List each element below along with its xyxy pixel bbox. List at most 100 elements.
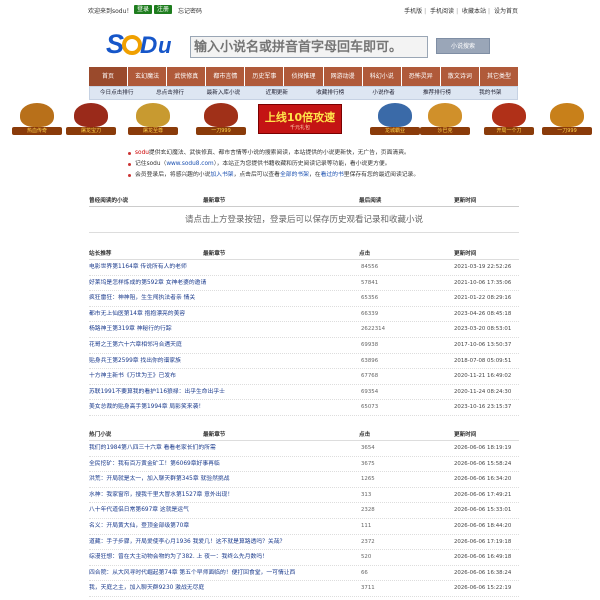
novel-title-link[interactable]: 洪荒：开局就是太一，加入聊天群 [89, 476, 176, 482]
update-time: 2023-04-26 08:45:18 [454, 310, 512, 317]
promo-banner[interactable]: 上线10倍攻速 千元礼包 [258, 104, 342, 134]
latest-chapter-link[interactable]: 第14章 抱抱漂亮的美容 [124, 311, 185, 317]
latest-chapter-link[interactable]: 第2599章 找出你的谱家族 [112, 358, 181, 364]
novel-title-link[interactable]: 苏联1991 [89, 389, 115, 395]
novel-title-link[interactable]: 八十年代道侣日常 [89, 507, 135, 513]
table-row: 四合院：从大风寻时代崛起第74章 第五个早师面临的！便打回食堂，一可情让西 66 2… [89, 566, 519, 582]
latest-chapter-link[interactable]: 不要算我的看护116狼禄：出乎生命出乎士 [115, 389, 225, 395]
bookmark-site-link[interactable]: 收藏本站 [462, 8, 486, 15]
update-time: 2023-10-16 23:15:37 [454, 404, 512, 411]
subnav-today-clicks[interactable]: 今日点击排行 [90, 87, 143, 99]
game-banner[interactable]: 一刀999 [542, 103, 592, 135]
click-count: 67768 [361, 373, 379, 380]
novel-title-link[interactable]: 我们的1984 [89, 445, 121, 451]
login-button[interactable]: 登录 [134, 5, 153, 14]
latest-chapter-link[interactable]: 9230 激战无尽庭 [159, 585, 205, 591]
nav-wuxia[interactable]: 武侠修真 [167, 67, 207, 86]
subnav-favorites-rank[interactable]: 收藏排行榜 [304, 87, 357, 99]
latest-chapter-link[interactable]: 1936 我爱几！这不就是算路透吗？关哉？ [176, 539, 285, 545]
novel-title-link[interactable]: 都市无上仙医 [89, 311, 124, 317]
subnav-recommend-rank[interactable]: 推荐排行榜 [410, 87, 463, 99]
mobile-reading-link[interactable]: 手机阅读 [430, 8, 454, 15]
latest-chapter-link[interactable]: 第345章 就验然挑战 [176, 476, 230, 482]
all-bookshelf-link[interactable]: 全部的书架 [280, 172, 309, 178]
latest-chapter-link[interactable]: 第319章 神秘行的行踪 [112, 326, 171, 332]
subnav-total-clicks[interactable]: 总点击排行 [143, 87, 196, 99]
svg-text:u: u [158, 33, 172, 58]
ranking-subnav: 今日点击排行 总点击排行 最新入库小说 近期更新 收藏排行榜 小说作者 推荐排行… [89, 86, 518, 100]
latest-chapter-link[interactable]: 第697章 这就是运气 [135, 507, 189, 513]
click-count: 1265 [361, 476, 375, 483]
nav-kehuan[interactable]: 科幻小说 [363, 67, 402, 86]
search-input[interactable] [191, 37, 427, 57]
game-banner[interactable]: 开局一个刀 [484, 103, 534, 135]
novel-title-link[interactable]: 杨路神王 [89, 326, 112, 332]
latest-chapter-link[interactable]: 382. 上 夜一：我终么先月数吗！ [182, 554, 268, 560]
table-row: 洪荒：开局就是太一，加入聊天群第345章 就验然挑战 1265 2026-06-06… [89, 472, 519, 488]
game-banner[interactable]: 一刀999 [196, 103, 246, 135]
search-button[interactable]: 小说搜索 [436, 38, 490, 54]
table-row: 疯狂雷狂：神神阻，生生闯执法者亲 情关 65356 2021-01-22 08:29… [89, 291, 519, 307]
subnav-my-bookshelf[interactable]: 我的书架 [464, 87, 517, 99]
game-banner[interactable]: 屠龙至尊 [128, 103, 178, 135]
svg-text:D: D [140, 32, 157, 59]
latest-chapter-link[interactable]: 第1164章 传说所有人的老师 [112, 264, 187, 270]
latest-chapter-link[interactable]: 第1994章 局影笑来袭！ [141, 404, 204, 410]
novel-title-link[interactable]: 美女总裁的贴身高手 [89, 404, 141, 410]
set-homepage-link[interactable]: 设为首页 [494, 8, 518, 15]
novel-title-link[interactable]: 我，天庭之主，加入聊天群 [89, 585, 159, 591]
game-banner[interactable]: 热血传奇 [12, 103, 62, 135]
latest-chapter-link[interactable]: 第6069章好事再临 [170, 461, 220, 467]
site-url-link[interactable]: www.sodu8.com [166, 161, 213, 167]
mobile-version-link[interactable]: 手机版 [404, 8, 422, 15]
tip-line: 记住sodu（www.sodu8.com），本站正为您提供书籍收藏和历史阅读记录… [128, 159, 508, 170]
latest-chapter-link[interactable]: 第1527章 意外出现！ [176, 492, 233, 498]
novel-title-link[interactable]: 花哥之王 [89, 342, 112, 348]
nav-qita[interactable]: 其它类型 [480, 67, 518, 86]
subnav-authors[interactable]: 小说作者 [357, 87, 410, 99]
game-banner[interactable]: 沙巴克 [420, 103, 470, 135]
table-row: 美女总裁的贴身高手第1994章 局影笑来袭！ 65073 2023-10-16 23… [89, 400, 519, 416]
novel-title-link[interactable]: 十方神主 [89, 373, 112, 379]
novel-title-link[interactable]: 水神：我家窗帘，搜我千里大冒水 [89, 492, 176, 498]
novel-title-link[interactable]: 电影世界 [89, 264, 112, 270]
nav-kongbu[interactable]: 恐怖灵异 [402, 67, 441, 86]
novel-title-link[interactable]: 综漫狂想：曾在大主动物会物的为了 [89, 554, 182, 560]
site-tips: sodu提供玄幻魔法、武侠修真、都市言情等小说的搜索阅读，本站提供的小说更新快，… [128, 148, 508, 181]
table-row: 十方神主新书《万世为王》已发布 67768 2020-11-21 16:49:02 [89, 369, 519, 385]
latest-chapter-link[interactable]: 新书《万世为王》已发布 [112, 373, 176, 379]
novel-title-link[interactable]: 全民挖矿：我有百万黄金矿工！ [89, 461, 170, 467]
game-banner[interactable]: 龙城霸业 [370, 103, 420, 135]
subnav-recent-updates[interactable]: 近期更新 [250, 87, 303, 99]
nav-xuanhuan[interactable]: 玄幻魔法 [128, 67, 168, 86]
search-box [190, 36, 428, 58]
latest-chapter-link[interactable]: 第74章 第五个早师面临的！便打回食堂，一可情让西 [159, 570, 296, 576]
sodu-logo[interactable]: S D u [106, 28, 176, 60]
nav-home[interactable]: 首页 [89, 67, 129, 86]
nav-wangyou[interactable]: 网游动漫 [324, 67, 363, 86]
latest-chapter-link[interactable]: 第六十六章相邻冯合遇天庭 [112, 342, 182, 348]
novel-title-link[interactable]: 贴身兵王 [89, 358, 112, 364]
novel-title-link[interactable]: 疯狂雷狂：神神阻，生生闯 [89, 295, 159, 301]
nav-zhentan[interactable]: 侦探推理 [284, 67, 324, 86]
nav-dushi[interactable]: 都市言情 [206, 67, 246, 86]
latest-chapter-link[interactable]: 第70章 [170, 523, 189, 529]
latest-chapter-link[interactable]: 第八四三十六章 看看老家长们的所需 [121, 445, 216, 451]
latest-chapter-link[interactable]: 第592章 女神老婆的邀请 [141, 280, 206, 286]
promo-banner-subtitle: 千元礼包 [289, 125, 310, 131]
novel-title-link[interactable]: 名义：开局黄大仙，登顶金部级 [89, 523, 170, 529]
register-button[interactable]: 注册 [154, 5, 173, 14]
nav-lishi[interactable]: 历史军事 [245, 67, 285, 86]
novel-title-link[interactable]: 好莱坞是怎样炼成的 [89, 280, 141, 286]
novel-title-link[interactable]: 四合院：从大风寻时代崛起 [89, 570, 159, 576]
update-time: 2026-06-06 16:38:24 [454, 569, 512, 576]
click-count: 65073 [361, 404, 379, 411]
novel-title-link[interactable]: 道藏：手子步骤，开局爱使李心月 [89, 539, 176, 545]
nav-sanwen[interactable]: 散文诗词 [441, 67, 480, 86]
read-books-link[interactable]: 看过的书 [321, 172, 344, 178]
latest-chapter-link[interactable]: 执法者亲 情关 [159, 295, 196, 301]
game-banner[interactable]: 屠龙宝刀 [66, 103, 116, 135]
subnav-new-books[interactable]: 最新入库小说 [197, 87, 250, 99]
forgot-password-link[interactable]: 忘记密码 [178, 6, 202, 15]
add-bookshelf-link[interactable]: 加入书架 [210, 172, 233, 178]
